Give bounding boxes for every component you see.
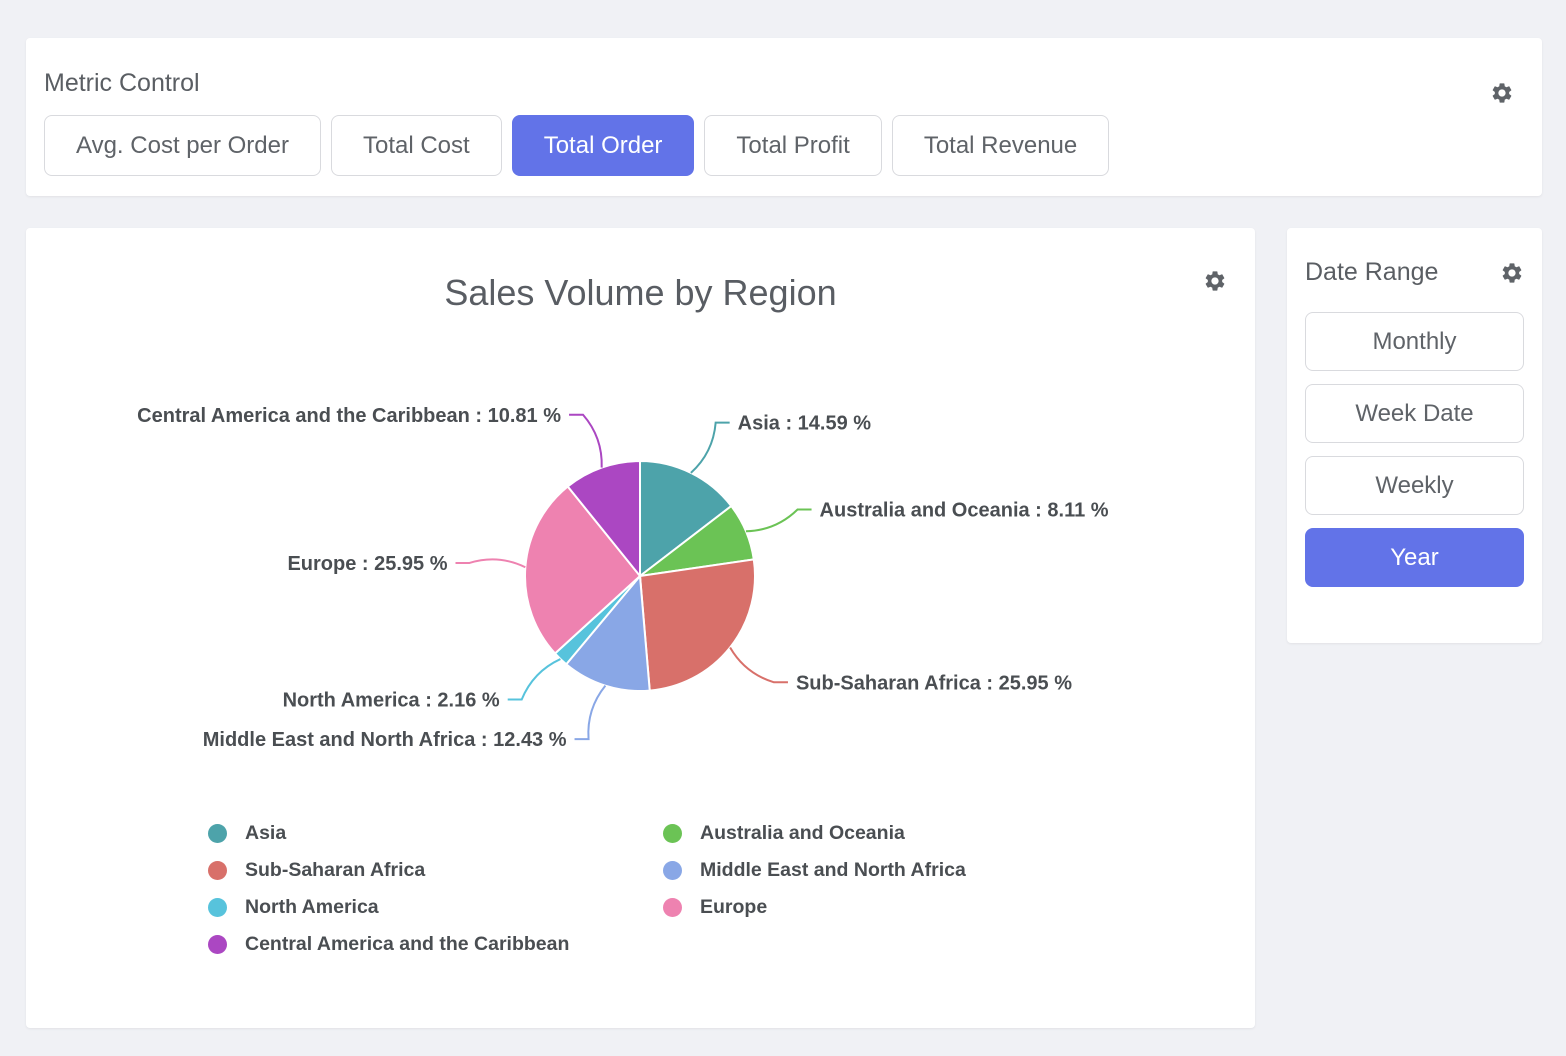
pie-slice-sub-saharan-africa[interactable] — [640, 559, 755, 690]
pie-label-asia: Asia : 14.59 % — [738, 413, 872, 435]
pie-label-north-america: North America : 2.16 % — [283, 689, 500, 711]
metric-button-total-cost[interactable]: Total Cost — [331, 115, 502, 176]
gear-icon — [1500, 261, 1524, 285]
pie-label-line-middle-east-and-north-africa — [575, 686, 606, 739]
legend-label-north-america: North America — [245, 896, 379, 919]
legend-item-middle-east-and-north-africa[interactable]: Middle East and North Africa — [663, 852, 966, 889]
metric-control-title: Metric Control — [44, 38, 1522, 98]
legend-label-middle-east-and-north-africa: Middle East and North Africa — [700, 859, 966, 882]
legend-label-europe: Europe — [700, 896, 767, 919]
date-range-button-weekly[interactable]: Weekly — [1305, 456, 1524, 515]
date-range-panel: Date Range Monthly Week Date Weekly Year — [1287, 228, 1542, 643]
date-range-header: Date Range — [1305, 228, 1524, 287]
metric-button-avg-cost-per-order[interactable]: Avg. Cost per Order — [44, 115, 321, 176]
legend-label-sub-saharan-africa: Sub-Saharan Africa — [245, 859, 425, 882]
pie-label-australia-and-oceania: Australia and Oceania : 8.11 % — [820, 500, 1109, 522]
pie-label-line-sub-saharan-africa — [730, 647, 788, 682]
legend-item-australia-and-oceania[interactable]: Australia and Oceania — [663, 815, 966, 852]
pie-label-europe: Europe : 25.95 % — [287, 553, 447, 575]
legend-dot-middle-east-and-north-africa — [663, 861, 682, 880]
metric-control-panel: Metric Control Avg. Cost per OrderTotal … — [26, 38, 1542, 196]
gear-icon — [1490, 81, 1514, 105]
legend-dot-asia — [208, 824, 227, 843]
dashboard-page: { "metric_control": { "title": "Metric C… — [0, 0, 1566, 1056]
pie-label-line-asia — [691, 423, 730, 473]
pie-label-line-north-america — [508, 659, 561, 699]
legend-item-north-america[interactable]: North America — [208, 889, 663, 926]
date-range-settings-gear-icon[interactable] — [1500, 261, 1524, 285]
pie-label-sub-saharan-africa: Sub-Saharan Africa : 25.95 % — [796, 672, 1072, 694]
legend-label-asia: Asia — [245, 822, 286, 845]
legend-item-sub-saharan-africa[interactable]: Sub-Saharan Africa — [208, 852, 663, 889]
pie-label-middle-east-and-north-africa: Middle East and North Africa : 12.43 % — [203, 729, 567, 751]
date-range-button-year[interactable]: Year — [1305, 528, 1524, 587]
legend-item-europe[interactable]: Europe — [663, 889, 966, 926]
legend-dot-central-america-and-the-caribbean — [208, 935, 227, 954]
pie-label-line-europe — [456, 559, 526, 567]
legend-item-central-america-and-the-caribbean[interactable]: Central America and the Caribbean — [208, 926, 663, 963]
sales-volume-chart-panel: Sales Volume by Region Asia : 14.59 %Aus… — [26, 228, 1255, 1028]
legend-dot-europe — [663, 898, 682, 917]
metric-settings-gear-icon[interactable] — [1490, 81, 1514, 105]
legend-dot-australia-and-oceania — [663, 824, 682, 843]
date-range-title: Date Range — [1305, 258, 1438, 287]
date-range-button-monthly[interactable]: Monthly — [1305, 312, 1524, 371]
metric-button-total-order[interactable]: Total Order — [512, 115, 695, 176]
pie-label-central-america-and-the-caribbean: Central America and the Caribbean : 10.8… — [137, 405, 561, 427]
metric-button-total-profit[interactable]: Total Profit — [704, 115, 881, 176]
metric-button-total-revenue[interactable]: Total Revenue — [892, 115, 1109, 176]
pie-label-line-central-america-and-the-caribbean — [569, 415, 602, 468]
metric-button-group: Avg. Cost per OrderTotal CostTotal Order… — [44, 115, 1522, 176]
legend-dot-sub-saharan-africa — [208, 861, 227, 880]
legend-label-australia-and-oceania: Australia and Oceania — [700, 822, 905, 845]
date-range-button-group: Monthly Week Date Weekly Year — [1305, 312, 1524, 587]
legend-dot-north-america — [208, 898, 227, 917]
legend-item-asia[interactable]: Asia — [208, 815, 663, 852]
pie-label-line-australia-and-oceania — [746, 510, 812, 532]
chart-legend: Asia Australia and Oceania Sub-Saharan Afr… — [208, 815, 966, 963]
date-range-button-week-date[interactable]: Week Date — [1305, 384, 1524, 443]
legend-label-central-america-and-the-caribbean: Central America and the Caribbean — [245, 933, 569, 956]
